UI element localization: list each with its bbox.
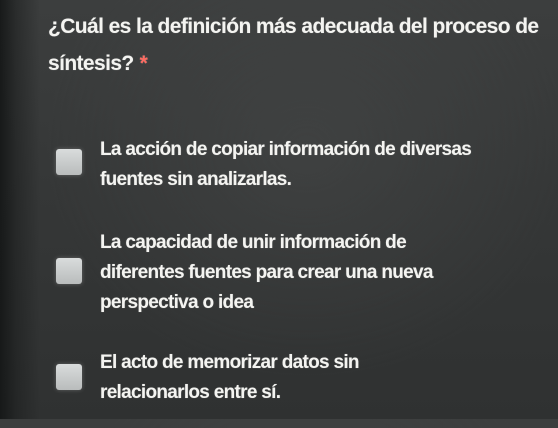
option-1[interactable]: La acción de copiar información de diver… [44,135,544,215]
option-label: La acción de copiar información de diver… [100,139,472,190]
radio-button[interactable] [56,258,82,284]
question-text: ¿Cuál es la definición más adecuada del … [48,15,539,75]
option-2[interactable]: La capacidad de unir información de dife… [44,228,544,313]
option-3[interactable]: El acto de memorizar datos sin relaciona… [44,348,544,428]
radio-button[interactable] [56,149,82,175]
required-marker: * [139,52,148,75]
screen-edge-shadow [0,0,40,419]
option-label: El acto de memorizar datos sin relaciona… [100,352,360,403]
option-label: La capacidad de unir información de dife… [100,232,433,313]
radio-button[interactable] [56,364,82,390]
question-title: ¿Cuál es la definición más adecuada del … [48,8,553,82]
